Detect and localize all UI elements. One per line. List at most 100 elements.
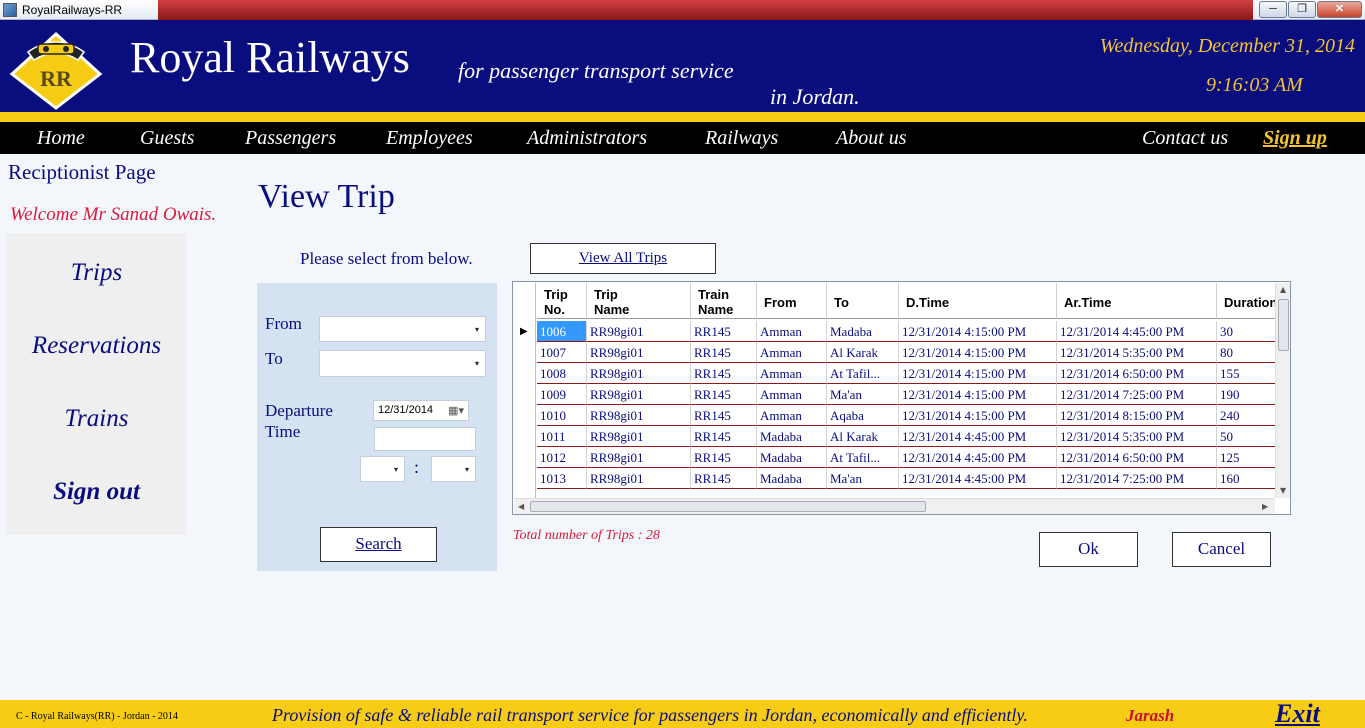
- table-cell[interactable]: 240: [1217, 405, 1277, 426]
- column-header[interactable]: D.Time: [899, 283, 1057, 319]
- nav-passengers[interactable]: Passengers: [245, 127, 336, 150]
- table-cell[interactable]: 1011: [537, 426, 587, 447]
- column-header[interactable]: Ar.Time: [1057, 283, 1217, 319]
- side-menu-sign-out[interactable]: Sign out: [7, 478, 186, 506]
- table-cell[interactable]: Madaba: [757, 468, 827, 489]
- nav-railways[interactable]: Railways: [705, 127, 778, 150]
- column-header[interactable]: Duration: [1217, 283, 1277, 319]
- table-cell[interactable]: 1012: [537, 447, 587, 468]
- nav-guests[interactable]: Guests: [140, 127, 194, 150]
- table-cell[interactable]: 1010: [537, 405, 587, 426]
- column-header[interactable]: Trip Name: [587, 283, 691, 319]
- table-cell[interactable]: 12/31/2014 5:35:00 PM: [1057, 426, 1217, 447]
- calendar-icon[interactable]: ▦▾: [448, 404, 464, 417]
- view-all-trips-button[interactable]: View All Trips: [530, 243, 716, 274]
- table-cell[interactable]: 1006: [537, 321, 587, 342]
- table-cell[interactable]: RR145: [691, 321, 757, 342]
- table-cell[interactable]: Ma'an: [827, 468, 899, 489]
- departure-date-picker[interactable]: 12/31/2014 ▦▾: [373, 400, 469, 421]
- table-cell[interactable]: Madaba: [757, 447, 827, 468]
- nav-employees[interactable]: Employees: [386, 127, 473, 150]
- maximize-button[interactable]: ❐: [1288, 1, 1316, 18]
- table-cell[interactable]: 1013: [537, 468, 587, 489]
- table-cell[interactable]: RR98gi01: [587, 342, 691, 363]
- close-button[interactable]: ✕: [1317, 1, 1362, 18]
- table-cell[interactable]: 12/31/2014 8:15:00 PM: [1057, 405, 1217, 426]
- table-cell[interactable]: 1009: [537, 384, 587, 405]
- table-cell[interactable]: 1008: [537, 363, 587, 384]
- minute-select[interactable]: ▾: [431, 456, 476, 482]
- table-cell[interactable]: 12/31/2014 4:15:00 PM: [899, 363, 1057, 384]
- nav-sign-up[interactable]: Sign up: [1263, 127, 1327, 150]
- search-button[interactable]: Search: [320, 527, 437, 562]
- ok-button[interactable]: Ok: [1039, 532, 1138, 567]
- table-cell[interactable]: Al Karak: [827, 342, 899, 363]
- hour-select[interactable]: ▾: [360, 456, 405, 482]
- vertical-scrollbar[interactable]: ▲ ▼: [1275, 283, 1290, 498]
- table-cell[interactable]: 80: [1217, 342, 1277, 363]
- table-cell[interactable]: 12/31/2014 7:25:00 PM: [1057, 384, 1217, 405]
- table-cell[interactable]: 12/31/2014 4:15:00 PM: [899, 405, 1057, 426]
- table-cell[interactable]: Amman: [757, 363, 827, 384]
- table-cell[interactable]: RR145: [691, 384, 757, 405]
- nav-administrators[interactable]: Administrators: [527, 127, 647, 150]
- scroll-left-icon[interactable]: ◀: [518, 502, 524, 511]
- table-cell[interactable]: 12/31/2014 7:25:00 PM: [1057, 468, 1217, 489]
- side-menu-reservations[interactable]: Reservations: [7, 332, 186, 360]
- table-cell[interactable]: Amman: [757, 342, 827, 363]
- horizontal-scrollbar[interactable]: ◀ ▶: [514, 498, 1275, 514]
- column-header[interactable]: Trip No.: [537, 283, 587, 319]
- table-cell[interactable]: 12/31/2014 5:35:00 PM: [1057, 342, 1217, 363]
- table-cell[interactable]: 30: [1217, 321, 1277, 342]
- table-cell[interactable]: Amman: [757, 405, 827, 426]
- side-menu-trips[interactable]: Trips: [7, 259, 186, 287]
- departure-time-input[interactable]: [374, 427, 476, 451]
- table-cell[interactable]: 12/31/2014 4:15:00 PM: [899, 321, 1057, 342]
- table-cell[interactable]: 12/31/2014 4:45:00 PM: [899, 468, 1057, 489]
- table-cell[interactable]: 125: [1217, 447, 1277, 468]
- table-cell[interactable]: 50: [1217, 426, 1277, 447]
- table-cell[interactable]: RR98gi01: [587, 321, 691, 342]
- column-header[interactable]: Train Name: [691, 283, 757, 319]
- from-select[interactable]: ▾: [319, 316, 486, 342]
- table-cell[interactable]: 12/31/2014 4:15:00 PM: [899, 384, 1057, 405]
- column-header[interactable]: From: [757, 283, 827, 319]
- nav-contact[interactable]: Contact us: [1142, 127, 1228, 150]
- horizontal-scroll-thumb[interactable]: [530, 501, 926, 512]
- table-cell[interactable]: RR145: [691, 342, 757, 363]
- scroll-up-icon[interactable]: ▲: [1280, 285, 1286, 294]
- table-cell[interactable]: RR98gi01: [587, 405, 691, 426]
- table-cell[interactable]: RR145: [691, 447, 757, 468]
- table-cell[interactable]: RR98gi01: [587, 363, 691, 384]
- column-header[interactable]: To: [827, 283, 899, 319]
- scroll-down-icon[interactable]: ▼: [1280, 486, 1286, 495]
- nav-home[interactable]: Home: [37, 127, 85, 150]
- table-cell[interactable]: Amman: [757, 321, 827, 342]
- table-cell[interactable]: Amman: [757, 384, 827, 405]
- vertical-scroll-thumb[interactable]: [1278, 299, 1289, 351]
- trips-grid[interactable]: Trip No. Trip Name Train Name From To D.Time Ar.T…: [512, 281, 1291, 515]
- table-cell[interactable]: 12/31/2014 6:50:00 PM: [1057, 363, 1217, 384]
- table-cell[interactable]: RR98gi01: [587, 468, 691, 489]
- cancel-button[interactable]: Cancel: [1172, 532, 1271, 567]
- table-cell[interactable]: RR145: [691, 468, 757, 489]
- table-cell[interactable]: RR145: [691, 426, 757, 447]
- table-cell[interactable]: Aqaba: [827, 405, 899, 426]
- table-cell[interactable]: 155: [1217, 363, 1277, 384]
- table-cell[interactable]: Ma'an: [827, 384, 899, 405]
- to-select[interactable]: ▾: [319, 350, 486, 377]
- table-cell[interactable]: 12/31/2014 4:45:00 PM: [899, 447, 1057, 468]
- table-cell[interactable]: 12/31/2014 4:15:00 PM: [899, 342, 1057, 363]
- table-cell[interactable]: 190: [1217, 384, 1277, 405]
- table-cell[interactable]: RR98gi01: [587, 447, 691, 468]
- table-cell[interactable]: RR145: [691, 405, 757, 426]
- table-cell[interactable]: Madaba: [757, 426, 827, 447]
- table-cell[interactable]: 12/31/2014 4:45:00 PM: [1057, 321, 1217, 342]
- table-cell[interactable]: Al Karak: [827, 426, 899, 447]
- table-cell[interactable]: 1007: [537, 342, 587, 363]
- side-menu-trains[interactable]: Trains: [7, 405, 186, 433]
- table-cell[interactable]: 12/31/2014 6:50:00 PM: [1057, 447, 1217, 468]
- table-cell[interactable]: RR98gi01: [587, 426, 691, 447]
- table-cell[interactable]: RR98gi01: [587, 384, 691, 405]
- minimize-button[interactable]: ─: [1259, 1, 1287, 18]
